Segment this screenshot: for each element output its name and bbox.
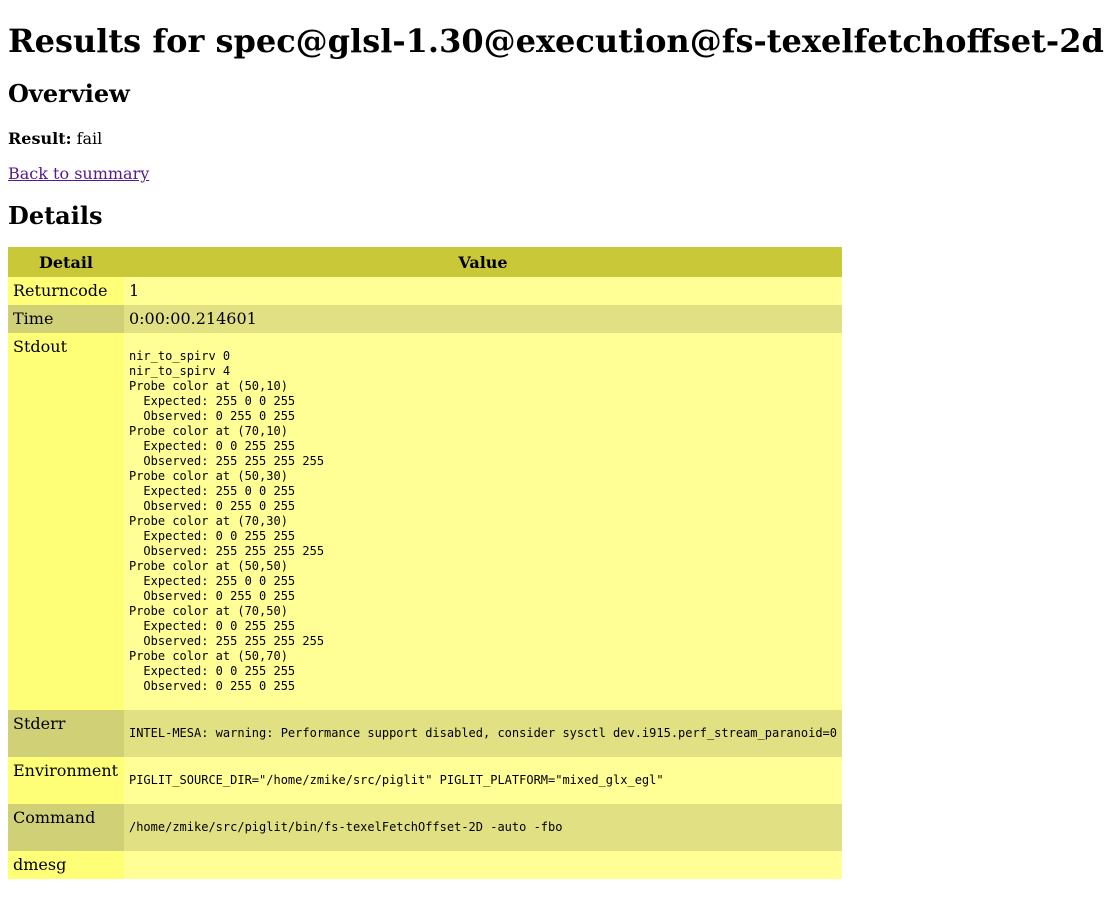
command-value: /home/zmike/src/piglit/bin/fs-texelFetch… [128, 820, 563, 834]
time-label: Time [8, 305, 124, 333]
environment-value: PIGLIT_SOURCE_DIR="/home/zmike/src/pigli… [128, 773, 664, 787]
command-cell: /home/zmike/src/piglit/bin/fs-texelFetch… [123, 804, 842, 851]
page-title: Results for spec@glsl-1.30@execution@fs-… [8, 22, 1104, 60]
stdout-value: nir_to_spirv 0 nir_to_spirv 4 Probe colo… [128, 349, 325, 693]
table-row-returncode: Returncode 1 [8, 277, 842, 305]
overview-heading: Overview [8, 79, 130, 108]
results-page: Results for spec@glsl-1.30@execution@fs-… [0, 0, 1107, 879]
result-label: Result: [8, 129, 72, 148]
details-table: Detail Value Returncode 1 Time 0:00:00.2… [8, 247, 842, 879]
dmesg-cell [123, 851, 842, 879]
time-value: 0:00:00.214601 [123, 305, 842, 333]
back-paragraph: Back to summary [8, 164, 1099, 184]
table-header-row: Detail Value [8, 247, 842, 277]
table-row-time: Time 0:00:00.214601 [8, 305, 842, 333]
returncode-label: Returncode [8, 277, 124, 305]
details-heading: Details [8, 201, 103, 230]
table-row-dmesg: dmesg [8, 851, 842, 879]
table-row-environment: Environment PIGLIT_SOURCE_DIR="/home/zmi… [8, 757, 842, 804]
table-row-stderr: Stderr INTEL-MESA: warning: Performance … [8, 710, 842, 757]
stderr-cell: INTEL-MESA: warning: Performance support… [123, 710, 842, 757]
stderr-value: INTEL-MESA: warning: Performance support… [128, 726, 837, 740]
stderr-label: Stderr [8, 710, 124, 757]
returncode-value: 1 [123, 277, 842, 305]
result-line: Result: fail [8, 129, 1099, 149]
environment-cell: PIGLIT_SOURCE_DIR="/home/zmike/src/pigli… [123, 757, 842, 804]
stdout-label: Stdout [8, 333, 124, 710]
stdout-cell: nir_to_spirv 0 nir_to_spirv 4 Probe colo… [123, 333, 842, 710]
table-row-stdout: Stdout nir_to_spirv 0 nir_to_spirv 4 Pro… [8, 333, 842, 710]
environment-label: Environment [8, 757, 124, 804]
dmesg-label: dmesg [8, 851, 124, 879]
table-row-command: Command /home/zmike/src/piglit/bin/fs-te… [8, 804, 842, 851]
command-label: Command [8, 804, 124, 851]
back-to-summary-link[interactable]: Back to summary [8, 164, 149, 183]
result-value: fail [76, 129, 103, 148]
value-column-header: Value [123, 247, 842, 277]
detail-column-header: Detail [8, 247, 124, 277]
